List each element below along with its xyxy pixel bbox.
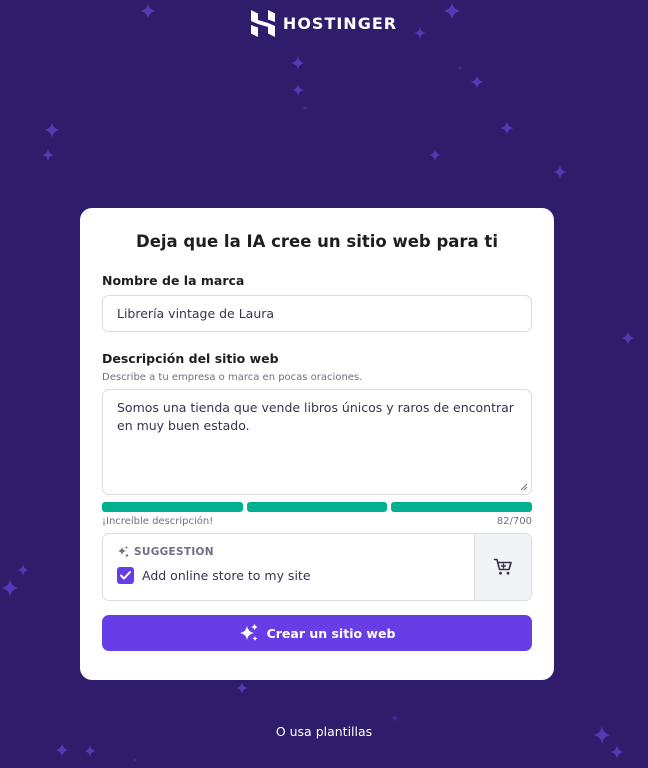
quality-segment <box>391 502 533 512</box>
suggestion-header: SUGGESTION <box>117 546 460 558</box>
create-website-button[interactable]: Crear un sitio web <box>102 615 532 651</box>
use-templates-link[interactable]: O usa plantillas <box>0 724 648 739</box>
description-value: Somos una tienda que vende libros únicos… <box>117 400 514 433</box>
suggestion-heading: SUGGESTION <box>134 546 214 558</box>
quality-text: ¡Increíble descripción! <box>102 516 214 527</box>
brand-name-value: Librería vintage de Laura <box>117 306 275 321</box>
description-quality-meter <box>102 502 533 512</box>
description-textarea[interactable]: Somos una tienda que vende libros únicos… <box>102 389 532 495</box>
quality-segment <box>246 502 388 512</box>
description-label: Descripción del sitio web <box>102 351 279 366</box>
brand-name: HOSTINGER <box>282 14 398 33</box>
checkmark-icon <box>120 571 131 580</box>
character-counter: 82/700 <box>496 516 532 527</box>
shopping-cart-icon <box>493 558 512 575</box>
sparkle-icon <box>118 546 129 558</box>
brand-name-input[interactable]: Librería vintage de Laura <box>102 295 532 332</box>
brand-name-label: Nombre de la marca <box>102 273 245 288</box>
create-website-label: Crear un sitio web <box>266 625 396 641</box>
add-online-store-label: Add online store to my site <box>142 568 311 583</box>
card-title: Deja que la IA cree un sitio web para ti <box>136 232 498 251</box>
resize-handle-icon[interactable] <box>520 483 528 491</box>
add-online-store-option[interactable]: Add online store to my site <box>117 567 460 584</box>
hostinger-logo-icon <box>250 10 275 37</box>
brand-logo[interactable]: HOSTINGER <box>0 10 648 37</box>
ai-website-card: Deja que la IA cree un sitio web para ti… <box>80 208 554 680</box>
quality-segment <box>102 502 243 512</box>
suggestion-box: SUGGESTION Add online store to my site <box>102 533 532 601</box>
suggestion-content: SUGGESTION Add online store to my site <box>103 534 474 600</box>
sparkles-icon <box>239 623 258 641</box>
suggestion-icon-panel <box>474 534 531 600</box>
description-meta: ¡Increíble descripción! 82/700 <box>102 516 532 527</box>
add-online-store-checkbox[interactable] <box>117 567 134 584</box>
description-hint: Describe a tu empresa o marca en pocas o… <box>102 372 363 383</box>
